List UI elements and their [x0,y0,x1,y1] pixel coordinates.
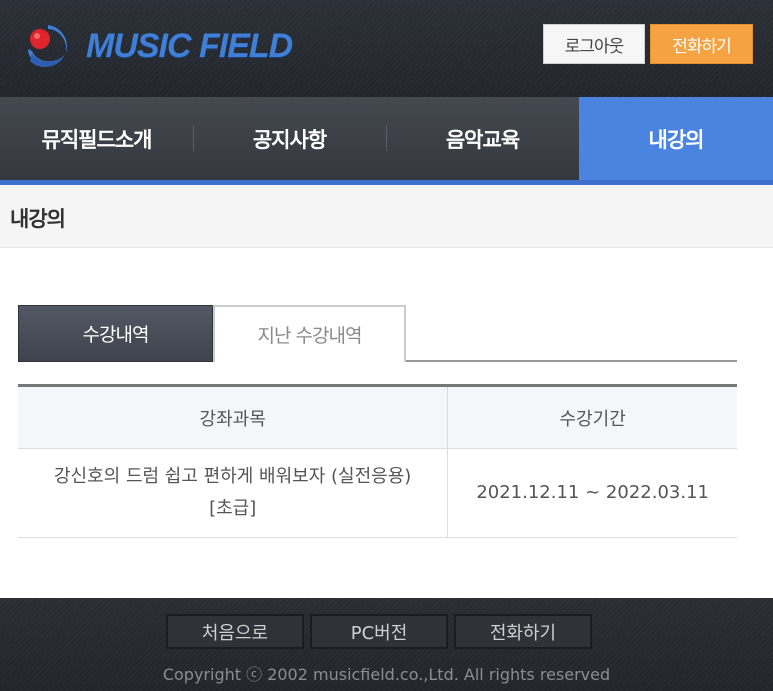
nav-item-my-lectures[interactable]: 내강의 [579,97,773,180]
lecture-tabs: 수강내역 지난 수강내역 [18,305,737,362]
column-header-period: 수강기간 [447,385,737,449]
music-field-logo-icon [28,25,68,68]
nav-item-music-education[interactable]: 음악교육 [386,97,579,180]
course-cell[interactable]: 강신호의 드럼 쉽고 편하게 배워보자 (실전응용) [초급] [18,448,449,538]
period-cell: 2021.12.11 ~ 2022.03.11 [447,448,737,538]
course-title[interactable]: 강신호의 드럼 쉽고 편하게 배워보자 (실전응용) [18,461,447,493]
table-header-row: 강좌과목 수강기간 [18,385,737,449]
page-title-bar: 내강의 [0,185,773,248]
header: MUSIC FIELD 로그아웃 전화하기 [0,0,773,97]
logout-button[interactable]: 로그아웃 [543,24,645,64]
course-level: [초급] [209,498,257,519]
tab-current-courses[interactable]: 수강내역 [18,305,213,362]
pc-version-button[interactable]: PC버전 [310,614,448,649]
table-row[interactable]: 강신호의 드럼 쉽고 편하게 배워보자 (실전응용) [초급] 2021.12.… [18,448,737,538]
course-table: 강좌과목 수강기간 강신호의 드럼 쉽고 편하게 배워보자 (실전응용) [초급… [18,384,737,538]
column-header-course: 강좌과목 [18,385,449,449]
call-button[interactable]: 전화하기 [650,24,753,64]
logo-text: MUSIC FIELD [86,26,293,65]
home-button[interactable]: 처음으로 [166,614,304,649]
copyright-text: Copyright ⓒ 2002 musicfield.co.,Ltd. All… [162,665,611,684]
logo[interactable]: MUSIC FIELD [18,18,293,74]
page-title: 내강의 [10,207,66,231]
tab-past-courses[interactable]: 지난 수강내역 [213,305,406,362]
nav-item-notice[interactable]: 공지사항 [193,97,386,180]
footer-buttons: 처음으로 PC버전 전화하기 [166,614,592,649]
nav-item-about[interactable]: 뮤직필드소개 [0,97,193,180]
main-nav: 뮤직필드소개 공지사항 음악교육 내강의 [0,97,773,185]
footer-call-button[interactable]: 전화하기 [454,614,592,649]
